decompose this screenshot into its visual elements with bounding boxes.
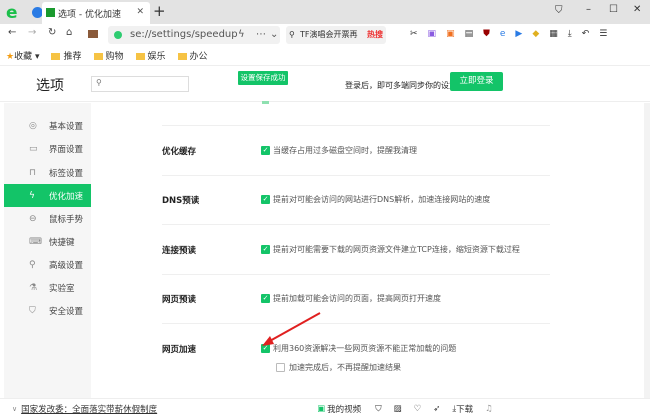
health-icon[interactable]: ♡ <box>414 404 422 414</box>
shield-icon[interactable]: ⛉ <box>375 404 381 414</box>
arrow-head <box>262 336 274 346</box>
rocket-icon[interactable]: ➶ <box>433 404 440 414</box>
red-arrow-annotation <box>262 312 321 346</box>
download-link[interactable]: 下载 <box>456 403 473 415</box>
video-icon: ▣ <box>317 403 326 414</box>
status-bar: ∨ 国家发改委：全面落实带薪休假制度 ▣ 我的视频 ⛉ ▨ ♡ ➶ ⤓ 下载 ♫ <box>0 398 650 418</box>
my-video-link[interactable]: 我的视频 <box>327 403 361 415</box>
chevron-icon[interactable]: ∨ <box>12 405 17 413</box>
news-link[interactable]: 国家发改委：全面落实带薪休假制度 <box>21 403 157 415</box>
image-icon[interactable]: ▨ <box>394 404 402 414</box>
sound-icon[interactable]: ♫ <box>485 404 493 414</box>
arrow-line <box>267 312 321 343</box>
